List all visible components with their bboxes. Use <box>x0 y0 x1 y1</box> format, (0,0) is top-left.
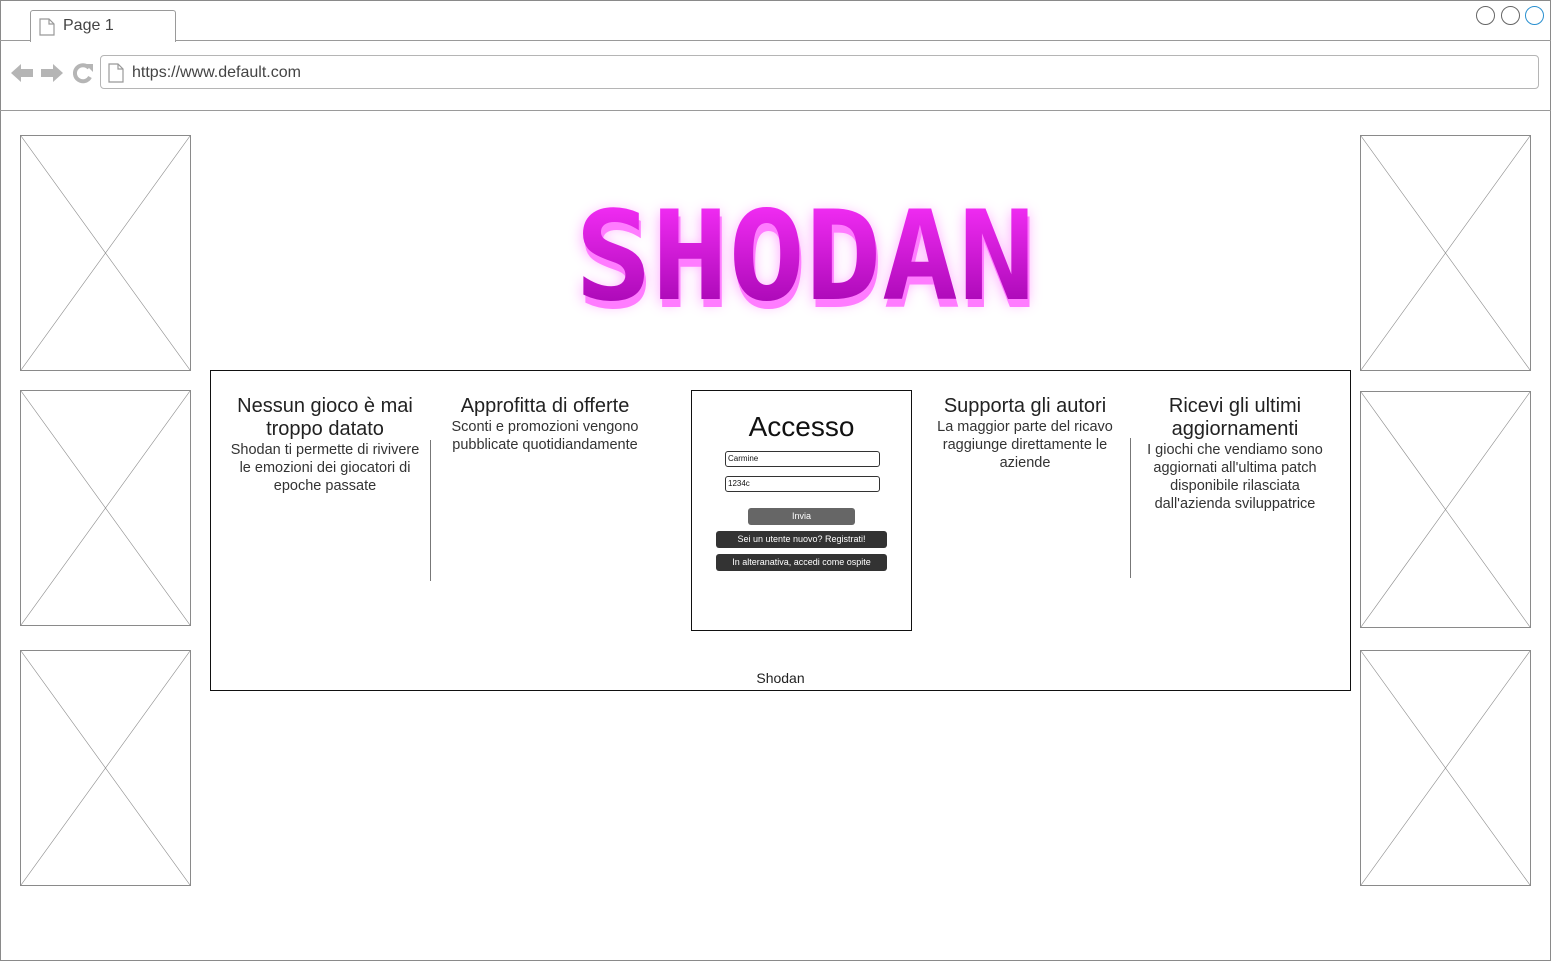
image-placeholder-right-3 <box>1360 650 1531 886</box>
image-placeholder-left-2 <box>20 390 191 626</box>
tab-divider <box>0 40 1551 41</box>
feature-divider <box>1130 438 1131 578</box>
back-arrow-icon[interactable] <box>10 62 34 84</box>
feature-title: Ricevi gli ultimi aggiornamenti <box>1168 395 1302 440</box>
password-field[interactable]: 1234c <box>725 476 880 492</box>
browser-tab[interactable]: Page 1 <box>30 10 176 42</box>
image-placeholder-left-1 <box>20 135 191 371</box>
feature-card-1: Nessun gioco è mai troppo datato Shodan … <box>225 395 425 495</box>
tab-title: Page 1 <box>63 17 114 34</box>
page-icon <box>39 18 55 36</box>
window-control-close[interactable] <box>1525 6 1544 25</box>
feature-description: I giochi che vendiamo sono aggiornati al… <box>1147 442 1323 512</box>
toolbar-divider <box>0 110 1551 111</box>
feature-title: Supporta gli autori <box>943 395 1107 417</box>
image-placeholder-left-3 <box>20 650 191 886</box>
feature-description: Shodan ti permette di rivivere le emozio… <box>230 442 420 494</box>
feature-divider <box>430 440 431 581</box>
shodan-logo: SHODAN SHODAN SHODAN <box>575 195 1037 320</box>
url-text: https://www.default.com <box>132 64 301 81</box>
address-bar[interactable]: https://www.default.com <box>100 55 1539 89</box>
register-button[interactable]: Sei un utente nuovo? Registrati! <box>716 531 887 548</box>
feature-card-2: Approfitta di offerte Sconti e promozion… <box>445 395 645 454</box>
footer-text: Shodan <box>756 670 805 686</box>
feature-description: Sconti e promozioni vengono pubblicate q… <box>451 419 639 453</box>
forward-arrow-icon[interactable] <box>40 62 64 84</box>
window-control-maximize[interactable] <box>1501 6 1520 25</box>
login-title: Accesso <box>748 411 855 442</box>
feature-card-3: Supporta gli autori La maggior parte del… <box>925 395 1125 472</box>
image-placeholder-right-2 <box>1360 391 1531 628</box>
login-form: Accesso Carmine 1234c Invia Sei un utent… <box>691 390 912 631</box>
reload-icon[interactable] <box>71 62 95 84</box>
feature-description: La maggior parte del ricavo raggiunge di… <box>937 419 1113 471</box>
submit-button[interactable]: Invia <box>748 508 855 525</box>
feature-title: Approfitta di offerte <box>460 395 630 417</box>
username-field[interactable]: Carmine <box>725 451 880 467</box>
logo-text: SHODAN <box>575 195 1035 320</box>
window-control-minimize[interactable] <box>1476 6 1495 25</box>
image-placeholder-right-1 <box>1360 135 1531 371</box>
main-panel: Nessun gioco è mai troppo datato Shodan … <box>210 370 1351 691</box>
guest-login-button[interactable]: In alteranativa, accedi come ospite <box>716 554 887 571</box>
feature-card-4: Ricevi gli ultimi aggiornamenti I giochi… <box>1135 395 1335 513</box>
page-icon <box>108 63 124 83</box>
feature-title: Nessun gioco è mai troppo datato <box>237 395 413 440</box>
